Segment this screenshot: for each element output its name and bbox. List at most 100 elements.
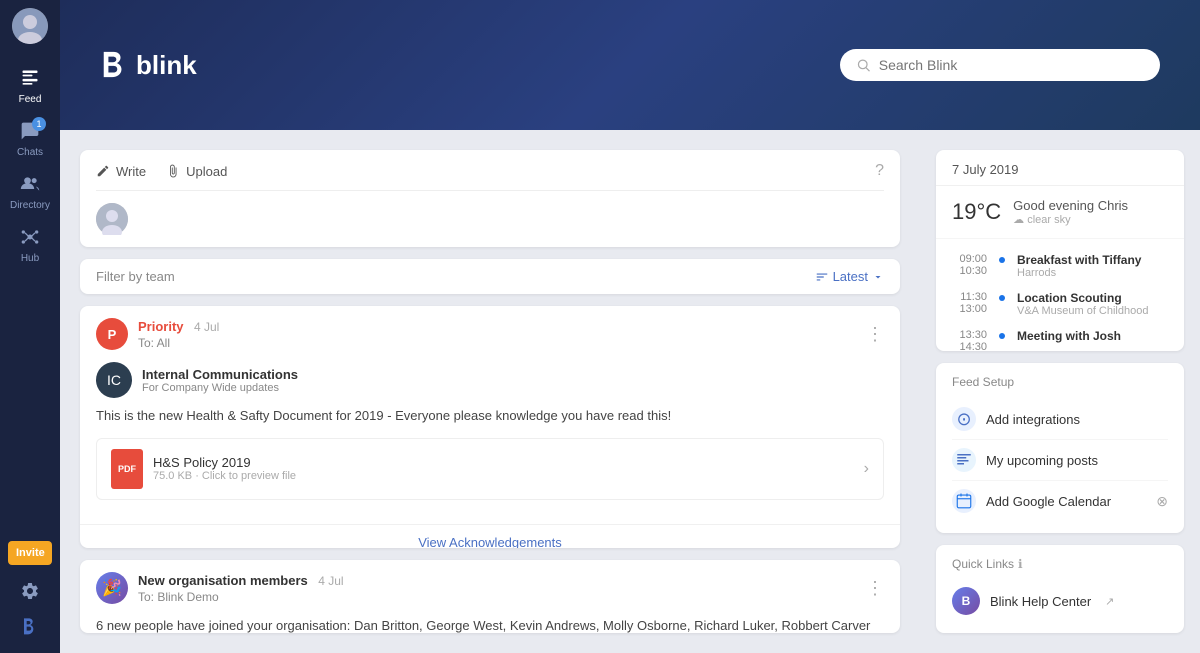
event-3-start: 13:30	[952, 329, 987, 341]
add-integrations-label: Add integrations	[986, 412, 1168, 427]
settings-icon	[20, 581, 40, 601]
sort-icon	[815, 270, 829, 284]
sidebar-item-hub[interactable]: Hub	[0, 219, 60, 272]
add-google-calendar-label: Add Google Calendar	[986, 494, 1146, 509]
event-name-3: Meeting with Josh	[1017, 329, 1168, 343]
logo-text: blink	[136, 50, 197, 81]
sidebar-item-settings[interactable]	[0, 573, 60, 609]
priority-icon: P	[96, 318, 128, 350]
invite-button[interactable]: Invite	[8, 541, 52, 565]
event-details-2: Location Scouting V&A Museum of Childhoo…	[1017, 291, 1168, 317]
event-2: 11:30 13:00 Location Scouting V&A Museum…	[936, 285, 1184, 323]
calendar-icon	[952, 489, 976, 513]
add-integrations-item[interactable]: ⊙ Add integrations	[952, 399, 1168, 440]
file-attachment-1[interactable]: PDF H&S Policy 2019 75.0 KB · Click to p…	[96, 438, 884, 500]
calendar-widget: 7 July 2019 19°C Good evening Chris ☁ cl…	[936, 150, 1184, 351]
upload-label: Upload	[186, 164, 227, 179]
post-text-1: This is the new Health & Safty Document …	[96, 406, 884, 426]
logo: blink	[100, 50, 197, 81]
posts-icon	[952, 448, 976, 472]
event-location-2: V&A Museum of Childhood	[1017, 305, 1168, 317]
event-3: 13:30 14:30 Meeting with Josh	[936, 323, 1184, 351]
compose-avatar	[96, 203, 128, 235]
avatar[interactable]	[12, 8, 48, 44]
close-google-calendar-icon[interactable]: ⊗	[1156, 493, 1168, 510]
greeting: Good evening Chris	[1013, 198, 1128, 213]
search-bar[interactable]	[840, 49, 1160, 81]
event-name-1: Breakfast with Tiffany	[1017, 253, 1168, 267]
post-card-1: P Priority 4 Jul To: All ⋮ IC Int	[80, 306, 900, 548]
post-author-2: New organisation members	[138, 573, 308, 588]
post-meta-2: New organisation members 4 Jul To: Blink…	[138, 572, 856, 604]
sidebar-item-chats[interactable]: 1 Chats	[0, 113, 60, 166]
latest-sort-button[interactable]: Latest	[815, 269, 884, 284]
blink-logo-icon-header	[100, 51, 128, 79]
event-2-start: 11:30	[952, 291, 987, 303]
channel-desc-1: For Company Wide updates	[142, 382, 298, 394]
post-to-1: To: All	[138, 336, 856, 350]
filter-by-team-label: Filter by team	[96, 269, 175, 284]
external-link-icon: ↗	[1105, 595, 1114, 608]
channel-name-1: Internal Communications	[142, 367, 298, 382]
sky-condition: ☁ clear sky	[1013, 213, 1128, 226]
sidebar-label-chats: Chats	[17, 147, 43, 158]
main-area: blink Write	[60, 0, 1200, 653]
blink-logo-icon	[20, 617, 40, 637]
chat-icon: 1	[20, 121, 40, 144]
upcoming-posts-item[interactable]: My upcoming posts	[952, 440, 1168, 481]
event-dot-3	[999, 333, 1005, 339]
post-menu-1[interactable]: ⋮	[866, 324, 884, 345]
post-date-2: 4 Jul	[318, 574, 343, 588]
post-meta-1: Priority 4 Jul To: All	[138, 318, 856, 350]
blink-help-label: Blink Help Center	[990, 594, 1091, 609]
calendar-date: 7 July 2019	[936, 150, 1184, 186]
event-3-end: 14:30	[952, 341, 987, 351]
compose-box: Write Upload ?	[80, 150, 900, 247]
add-google-calendar-item[interactable]: Add Google Calendar ⊗	[952, 481, 1168, 521]
view-acknowledgements-button[interactable]: View Acknowledgements	[80, 524, 900, 549]
file-size: 75.0 KB · Click to preview file	[153, 470, 854, 482]
chevron-down-icon	[872, 271, 884, 283]
blink-help-center-link[interactable]: B Blink Help Center ↗	[952, 581, 1168, 621]
file-info: H&S Policy 2019 75.0 KB · Click to previ…	[153, 455, 854, 482]
upcoming-posts-label: My upcoming posts	[986, 453, 1168, 468]
feed-column: Write Upload ?	[60, 130, 920, 653]
event-2-end: 13:00	[952, 303, 987, 315]
feed-setup-title: Feed Setup	[952, 375, 1168, 389]
post2-avatar: 🎉	[96, 572, 128, 604]
event-location-1: Harrods	[1017, 267, 1168, 279]
sidebar-item-directory[interactable]: Directory	[0, 166, 60, 219]
event-dot-2	[999, 295, 1005, 301]
post-menu-2[interactable]: ⋮	[866, 578, 884, 599]
sidebar-label-directory: Directory	[10, 200, 50, 211]
feed-setup-widget: Feed Setup ⊙ Add integrations My upcomin…	[936, 363, 1184, 533]
post-to-2: To: Blink Demo	[138, 590, 856, 604]
weather-widget: 19°C Good evening Chris ☁ clear sky	[936, 186, 1184, 239]
quick-links-help-icon[interactable]: ℹ	[1018, 557, 1023, 571]
post-author-1: Priority	[138, 319, 184, 334]
post-card-2: 🎉 New organisation members 4 Jul To: Bli…	[80, 560, 900, 633]
event-dot-1	[999, 257, 1005, 263]
directory-icon	[20, 174, 40, 197]
search-icon	[856, 57, 871, 73]
search-input[interactable]	[879, 57, 1144, 73]
upload-button[interactable]: Upload	[166, 164, 227, 179]
sidebar-label-hub: Hub	[21, 253, 39, 264]
write-label: Write	[116, 164, 146, 179]
quick-links-widget: Quick Links ℹ B Blink Help Center ↗	[936, 545, 1184, 633]
calendar-events: 09:00 10:30 Breakfast with Tiffany Harro…	[936, 239, 1184, 351]
sidebar: Feed 1 Chats Directory Hub Invite	[0, 0, 60, 653]
latest-label: Latest	[833, 269, 868, 284]
event-1: 09:00 10:30 Breakfast with Tiffany Harro…	[936, 247, 1184, 285]
filter-bar: Filter by team Latest	[80, 259, 900, 294]
post-date-1: 4 Jul	[194, 320, 219, 334]
help-icon[interactable]: ?	[875, 162, 884, 180]
post-text-2: 6 new people have joined your organisati…	[96, 616, 884, 633]
hub-icon	[20, 227, 40, 250]
sidebar-item-blink[interactable]	[0, 609, 60, 645]
sidebar-item-feed[interactable]: Feed	[0, 60, 60, 113]
event-details-3: Meeting with Josh	[1017, 329, 1168, 343]
write-button[interactable]: Write	[96, 164, 146, 179]
chats-badge: 1	[32, 117, 46, 131]
blink-help-icon: B	[952, 587, 980, 615]
